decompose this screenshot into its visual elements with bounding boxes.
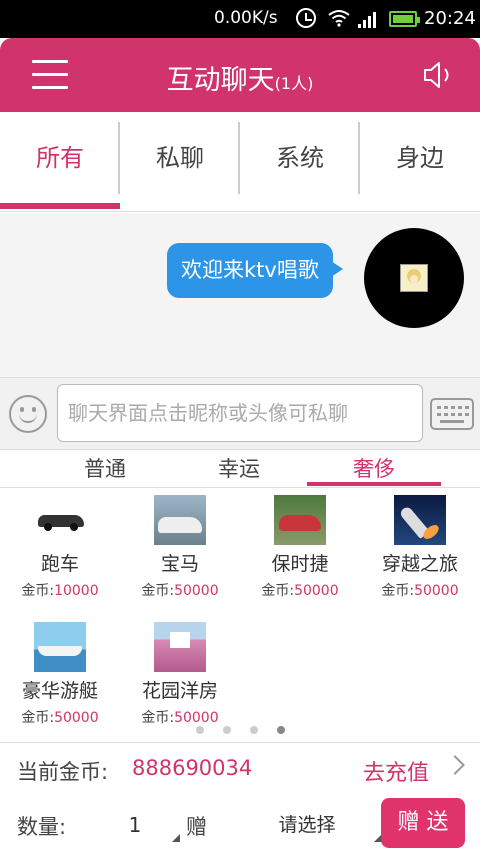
title-text: 互动聊天 [166,65,275,96]
gift-tab-indicator [307,482,441,486]
chevron-right-icon[interactable] [445,755,465,775]
space-shuttle-icon [394,495,446,545]
avatar[interactable] [364,228,464,328]
tab-all[interactable]: 所有 [0,112,120,208]
emoji-icon[interactable] [9,395,47,433]
tab-normal[interactable]: 普通 [38,453,172,483]
gift-item[interactable]: 花园洋房 金币:50000 [120,622,240,727]
dropdown-corner-icon [172,834,180,842]
gift-category-tabs: 普通 幸运 奢侈 [0,450,480,488]
page-dot [250,726,258,734]
wifi-icon [328,10,350,27]
quantity-field[interactable]: 1 [90,808,180,842]
tab-active-indicator [0,203,120,209]
coin-balance: 888690034 [132,756,253,780]
battery-icon [389,11,420,27]
gift-item[interactable]: 穿越之旅 金币:50000 [360,495,480,600]
page-dot [223,726,231,734]
gift-price: 金币:50000 [21,710,99,726]
alarm-icon [296,8,316,28]
gift-name: 花园洋房 [141,680,218,702]
avatar-image [400,264,428,292]
coin-label: 当前金币: [17,760,109,784]
gift-name: 跑车 [40,553,79,575]
page-title: 互动聊天(1人) [0,58,480,97]
keyboard-icon[interactable] [430,398,474,430]
gift-name: 豪华游艇 [21,680,98,702]
yacht-icon [34,622,86,672]
tab-system[interactable]: 系统 [240,112,360,208]
sports-car-icon [34,495,86,545]
porsche-car-icon [274,495,326,545]
network-speed: 0.00K/s [214,8,278,28]
recipient-select[interactable]: 请选择 [232,808,382,842]
quantity-label: 数量: [17,815,67,839]
tab-private[interactable]: 私聊 [120,112,240,208]
gift-price: 金币:50000 [261,583,339,599]
message-input[interactable] [57,384,423,442]
clock: 20:24 [424,8,476,29]
gift-item[interactable]: 跑车 金币:10000 [0,495,120,600]
page-dot-active [277,726,285,734]
send-bar: 数量: 1 赠 请选择 赠 送 [0,794,480,854]
input-bar [0,377,480,450]
gift-price: 金币:10000 [21,583,99,599]
signal-icon [358,12,376,28]
gift-price: 金币:50000 [141,583,219,599]
give-label: 赠 [186,815,207,839]
status-bar: 0.00K/s 20:24 [0,0,480,38]
chat-area: 欢迎来ktv唱歌 [0,213,480,377]
online-count: (1人) [274,74,314,93]
chat-tabs: 所有 私聊 系统 身边 [0,112,480,212]
gift-item[interactable]: 宝马 金币:50000 [120,495,240,600]
page-dot [196,726,204,734]
message-bubble: 欢迎来ktv唱歌 [167,243,343,298]
garden-villa-icon [154,622,206,672]
send-gift-button[interactable]: 赠 送 [381,798,465,848]
tab-luxury[interactable]: 奢侈 [307,453,441,483]
gift-price: 金币:50000 [141,710,219,726]
gift-item[interactable]: 保时捷 金币:50000 [240,495,360,600]
bmw-car-icon [154,495,206,545]
speaker-icon[interactable] [422,60,454,90]
recharge-link[interactable]: 去充值 [363,755,429,787]
page-indicator [193,726,293,736]
tab-nearby[interactable]: 身边 [360,112,480,208]
gift-price: 金币:50000 [381,583,459,599]
app-header: 互动聊天(1人) [0,38,480,112]
tab-lucky[interactable]: 幸运 [172,453,306,483]
gift-item[interactable]: 豪华游艇 金币:50000 [0,622,120,727]
gift-name: 宝马 [160,553,199,575]
coin-bar: 当前金币: 888690034 去充值 [0,742,480,794]
gift-name: 穿越之旅 [381,553,458,575]
gift-name: 保时捷 [271,553,329,575]
